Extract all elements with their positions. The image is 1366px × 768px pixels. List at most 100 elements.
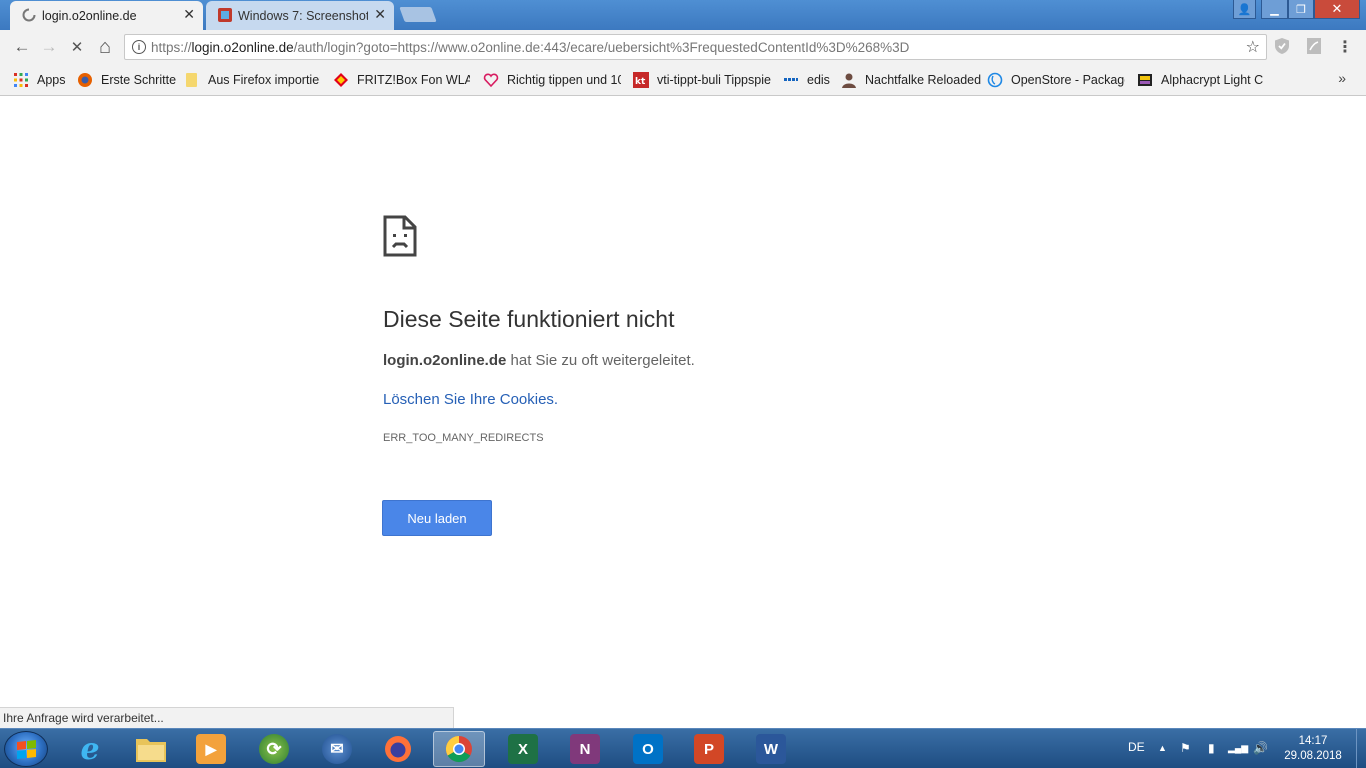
bookmark-nachtfalke[interactable]: Nachtfalke Reloaded: [841, 71, 981, 89]
clock-date: 29.08.2018: [1284, 750, 1342, 762]
language-indicator[interactable]: DE: [1128, 740, 1145, 754]
bookmark-label: vti-tippt-buli Tippspie: [657, 73, 771, 87]
url-scheme: https://: [151, 39, 192, 55]
bookmark-erste-schritte[interactable]: Erste Schritte: [77, 71, 177, 89]
site-favicon-icon: [218, 8, 232, 22]
forward-button[interactable]: →: [39, 37, 59, 57]
error-host: login.o2online.de: [383, 352, 507, 369]
title-bar: login.o2online.de ✕ Windows 7: Screensho…: [0, 0, 1366, 30]
sync-icon: ⟳: [259, 734, 289, 764]
error-title: Diese Seite funktioniert nicht: [383, 306, 675, 332]
bookmark-label: FRITZ!Box Fon WLAN: [357, 73, 470, 87]
show-hidden-icons-icon[interactable]: ▲: [1158, 743, 1167, 753]
bookmark-richtig-tippen[interactable]: Richtig tippen und 10: [483, 71, 621, 89]
profile-button[interactable]: 👤: [1233, 0, 1256, 19]
powerpoint-icon: P: [694, 734, 724, 764]
taskbar-outlook[interactable]: O: [622, 731, 674, 767]
svg-text:kt: kt: [635, 77, 646, 87]
taskbar-internet-explorer[interactable]: e: [64, 731, 116, 767]
loading-spinner-icon: [22, 8, 36, 22]
tab-close-icon[interactable]: ✕: [183, 6, 195, 23]
folder-icon: [186, 73, 197, 87]
windows-logo-icon: [17, 740, 36, 759]
openstore-icon: [987, 72, 1003, 88]
firefox-icon: [385, 736, 411, 762]
taskbar-powerpoint[interactable]: P: [683, 731, 735, 767]
maximize-button[interactable]: ❐: [1288, 0, 1314, 19]
tab-title: Windows 7: Screenshot e: [238, 8, 368, 23]
taskbar-excel[interactable]: X: [497, 731, 549, 767]
show-desktop-button[interactable]: [1356, 729, 1366, 768]
bookmark-label: OpenStore - Package: [1011, 73, 1125, 87]
clear-cookies-link[interactable]: Löschen Sie Ihre Cookies.: [383, 391, 558, 408]
stop-loading-button[interactable]: ✕: [67, 37, 87, 57]
close-window-button[interactable]: ✕: [1314, 0, 1360, 19]
bookmark-apps[interactable]: Apps: [13, 71, 66, 89]
error-message: hat Sie zu oft weitergeleitet.: [506, 352, 695, 369]
tab-windows7-screenshot[interactable]: Windows 7: Screenshot e ✕: [206, 1, 394, 30]
bookmark-label: Richtig tippen und 10: [507, 73, 621, 87]
windows-taskbar: e ▶ ⟳ ✉ X N O P W DE ▲ ⚑ ▮ ▂▄▆ 🔊 14:17 2…: [0, 728, 1366, 768]
onenote-icon: N: [570, 734, 600, 764]
info-icon[interactable]: i: [132, 40, 146, 54]
bookmark-alphacrypt[interactable]: Alphacrypt Light C: [1137, 71, 1277, 89]
shield-extension-icon[interactable]: [1274, 37, 1290, 55]
bookmark-label: Apps: [37, 73, 66, 87]
bookmarks-overflow-chevron-icon[interactable]: »: [1338, 70, 1346, 86]
firefox-icon: [78, 73, 92, 87]
bookmark-star-icon[interactable]: ☆: [1246, 37, 1260, 57]
taskbar-onenote[interactable]: N: [559, 731, 611, 767]
tab-title: login.o2online.de: [42, 8, 137, 23]
volume-icon[interactable]: 🔊: [1253, 741, 1268, 755]
bookmark-edis[interactable]: edis: [783, 71, 830, 89]
error-description: login.o2online.de hat Sie zu oft weiterg…: [383, 352, 695, 369]
action-center-flag-icon[interactable]: ⚑: [1180, 741, 1191, 755]
bookmark-vti-tippt-buli[interactable]: kt vti-tippt-buli Tippspie: [633, 71, 771, 89]
media-player-icon: ▶: [196, 734, 226, 764]
taskbar-thunderbird[interactable]: ✉: [311, 731, 363, 767]
taskbar-firefox[interactable]: [372, 731, 424, 767]
bookmark-aus-firefox-importiert[interactable]: Aus Firefox importier: [184, 71, 320, 89]
bookmark-label: edis: [807, 73, 830, 87]
taskbar-media-player[interactable]: ▶: [185, 731, 237, 767]
taskbar-word[interactable]: W: [745, 731, 797, 767]
tab-login-o2online[interactable]: login.o2online.de ✕: [10, 1, 203, 30]
taskbar-chrome[interactable]: [433, 731, 485, 767]
bookmark-label: Erste Schritte: [101, 73, 177, 87]
taskbar-file-explorer[interactable]: [125, 731, 177, 767]
tab-close-icon[interactable]: ✕: [374, 6, 386, 23]
error-code: ERR_TOO_MANY_REDIRECTS: [383, 432, 544, 444]
menu-icon[interactable]: ⋮: [1335, 37, 1355, 57]
excel-icon: X: [508, 734, 538, 764]
network-signal-icon[interactable]: ▂▄▆: [1228, 743, 1248, 754]
heart-icon: [483, 73, 499, 88]
battery-icon[interactable]: ▮: [1208, 741, 1215, 755]
address-bar[interactable]: i https://login.o2online.de/auth/login?g…: [124, 34, 1267, 60]
back-button[interactable]: ←: [12, 37, 32, 57]
bookmark-fritzbox[interactable]: FRITZ!Box Fon WLAN: [333, 71, 470, 89]
alphacrypt-icon: [1138, 74, 1152, 86]
outlook-icon: O: [633, 734, 663, 764]
thunderbird-icon: ✉: [322, 734, 352, 764]
pdf-extension-icon[interactable]: [1306, 37, 1322, 55]
start-button[interactable]: [4, 731, 48, 767]
broken-page-icon: [383, 215, 417, 257]
browser-toolbar: ← → ✕ ⌂ i https://login.o2online.de/auth…: [0, 30, 1366, 64]
new-tab-button[interactable]: [399, 7, 437, 22]
fritzbox-icon: [334, 73, 348, 87]
bookmark-label: Alphacrypt Light C: [1161, 73, 1264, 87]
reload-button[interactable]: Neu laden: [382, 500, 492, 536]
system-clock[interactable]: 14:17 29.08.2018: [1280, 734, 1346, 764]
minimize-button[interactable]: ▁: [1261, 0, 1288, 19]
bookmark-openstore[interactable]: OpenStore - Package: [987, 71, 1125, 89]
home-button[interactable]: ⌂: [95, 36, 115, 58]
edis-icon: [784, 78, 798, 81]
internet-explorer-icon: e: [80, 731, 100, 767]
taskbar-sync-tool[interactable]: ⟳: [248, 731, 300, 767]
apps-grid-icon: [14, 73, 28, 87]
bookmark-label: Nachtfalke Reloaded: [865, 73, 982, 87]
bookmarks-bar: Apps Erste Schritte Aus Firefox importie…: [0, 64, 1366, 96]
chrome-icon: [445, 735, 472, 763]
word-icon: W: [756, 734, 786, 764]
status-bubble: Ihre Anfrage wird verarbeitet...: [0, 707, 454, 728]
